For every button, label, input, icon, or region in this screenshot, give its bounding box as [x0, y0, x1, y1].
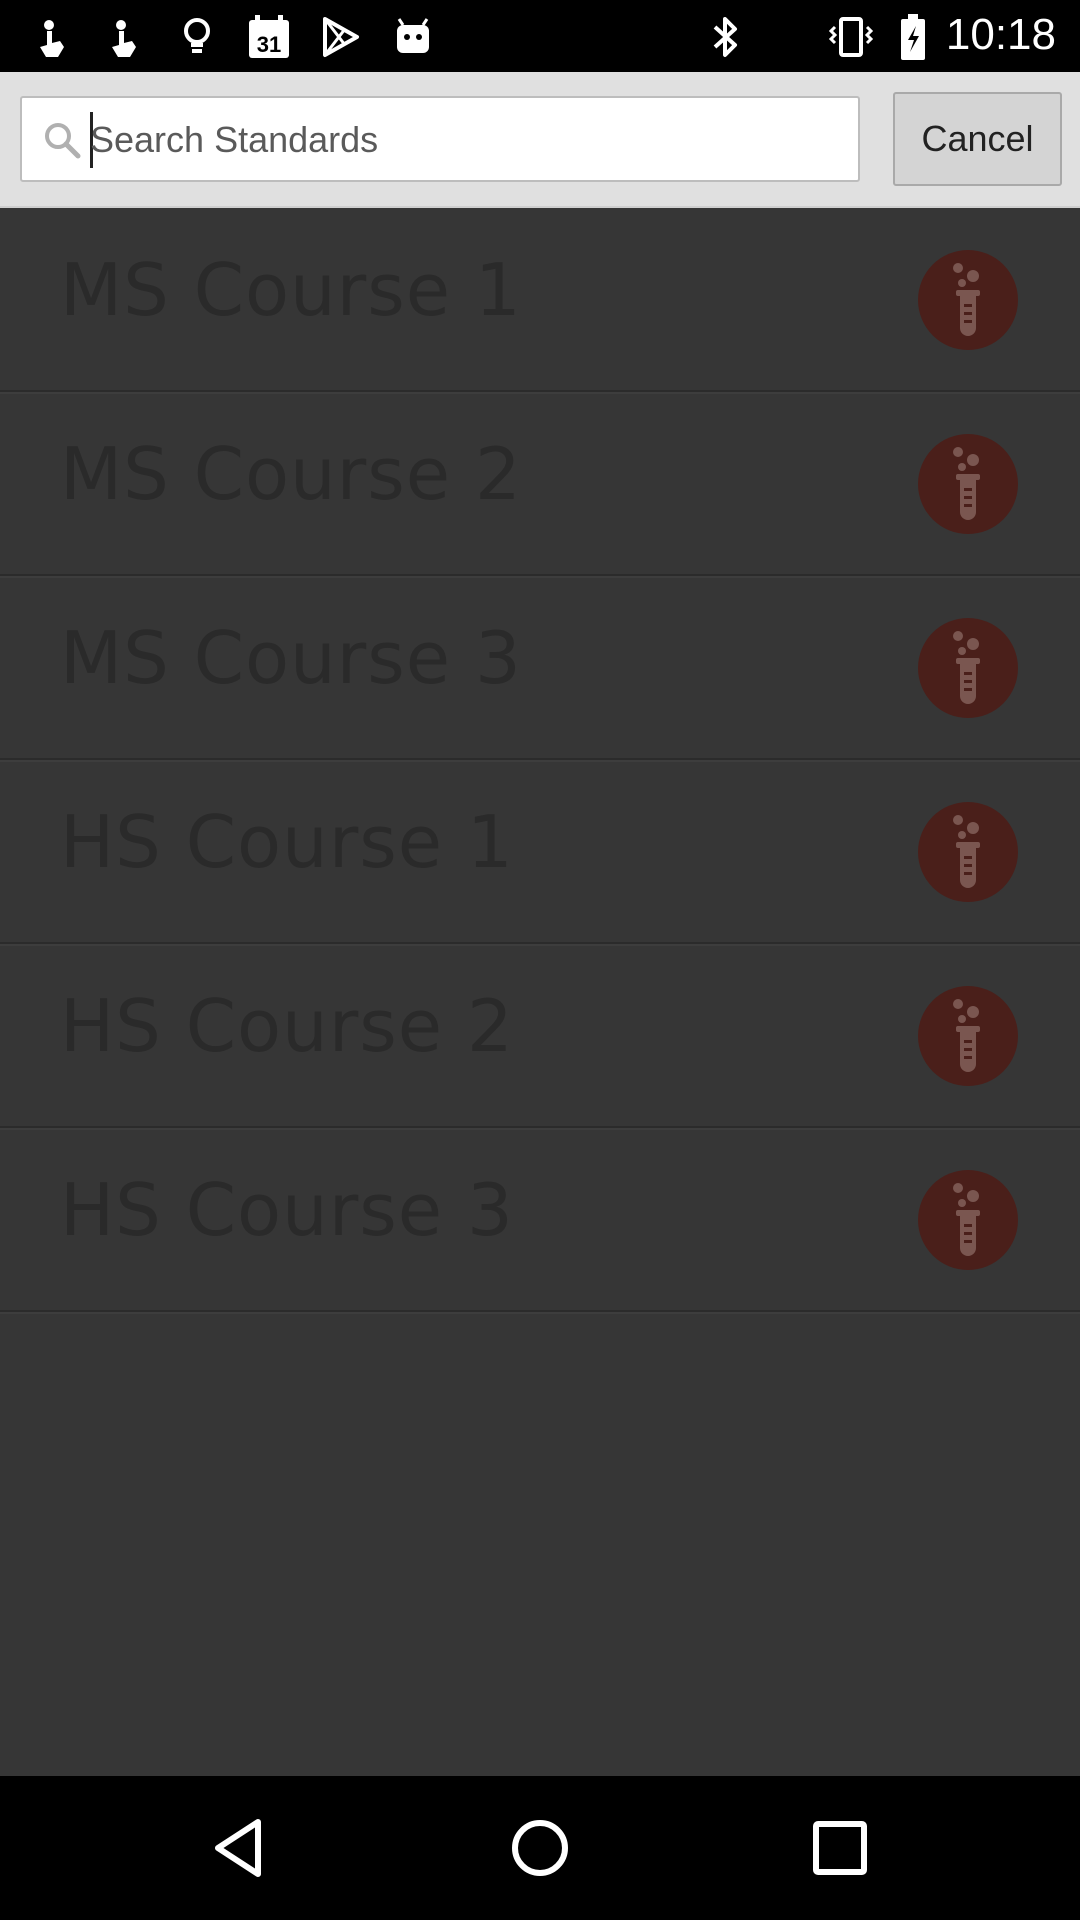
test-tube-icon: [918, 802, 1018, 902]
list-item-label: HS Course 1: [60, 800, 514, 884]
vibrate-icon: [826, 12, 876, 62]
list-item-label: MS Course 2: [60, 432, 522, 516]
bluetooth-icon: [700, 12, 750, 62]
test-tube-icon: [918, 986, 1018, 1086]
back-icon[interactable]: [200, 1808, 280, 1888]
list-item[interactable]: MS Course 1: [0, 208, 1080, 394]
list-item[interactable]: MS Course 3: [0, 576, 1080, 762]
list-item-label: MS Course 3: [60, 616, 522, 700]
search-input[interactable]: [90, 110, 830, 170]
test-tube-icon: [918, 1170, 1018, 1270]
touch-icon: [28, 12, 78, 62]
test-tube-icon: [918, 618, 1018, 718]
list-item[interactable]: MS Course 2: [0, 392, 1080, 578]
list-item[interactable]: HS Course 3: [0, 1128, 1080, 1314]
search-header: Cancel: [0, 72, 1080, 208]
test-tube-icon: [918, 250, 1018, 350]
lightbulb-icon: [172, 12, 222, 62]
home-icon[interactable]: [500, 1808, 580, 1888]
list-item-label: HS Course 2: [60, 984, 514, 1068]
status-time: 10:18: [945, 10, 1056, 59]
search-icon: [40, 118, 84, 162]
list-item[interactable]: HS Course 2: [0, 944, 1080, 1130]
test-tube-icon: [918, 434, 1018, 534]
cancel-button[interactable]: Cancel: [893, 92, 1062, 186]
battery-icon: [888, 12, 938, 62]
touch-icon: [100, 12, 150, 62]
recents-icon[interactable]: [800, 1808, 880, 1888]
list-item-label: HS Course 3: [60, 1168, 514, 1252]
list-item-label: MS Course 1: [60, 248, 522, 332]
navigation-bar: [0, 1776, 1080, 1920]
android-icon: [388, 12, 438, 62]
list-item[interactable]: HS Course 1: [0, 760, 1080, 946]
course-list: MS Course 1 MS Course 2 MS Course 3 HS C…: [0, 208, 1080, 1776]
search-box[interactable]: [20, 96, 860, 182]
status-bar: 31 10:18: [0, 0, 1080, 72]
calendar-icon: 31: [244, 12, 294, 62]
calendar-date: 31: [257, 32, 281, 57]
play-store-icon: [316, 12, 366, 62]
